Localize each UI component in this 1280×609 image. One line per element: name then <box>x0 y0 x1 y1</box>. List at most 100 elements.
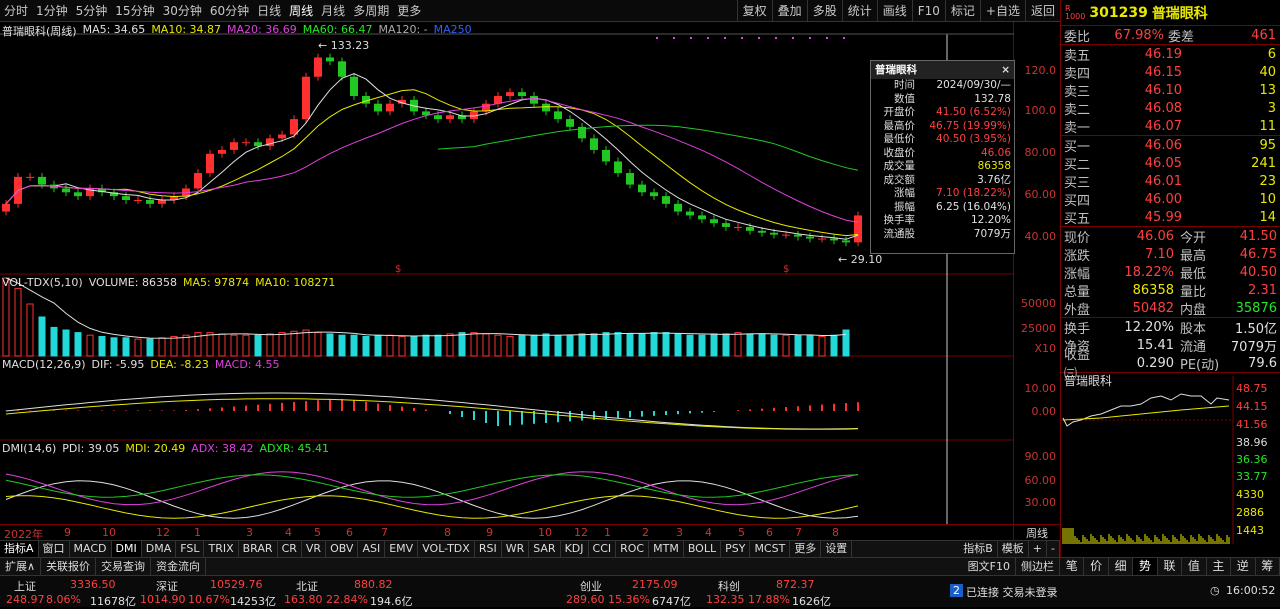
quote-tab[interactable]: 势 <box>1133 558 1158 575</box>
indicator-tab[interactable]: SAR <box>529 541 561 557</box>
bottom-tab[interactable]: 交易查询 <box>96 558 152 575</box>
order-book-row[interactable]: 卖四 46.15 40 <box>1061 63 1279 82</box>
indicator-tab[interactable]: OBV <box>326 541 359 557</box>
indicator-tab[interactable]: ROC <box>616 541 650 557</box>
order-book-row[interactable]: 买一 46.06 95 <box>1061 136 1279 155</box>
indicator-tab[interactable]: MCST <box>750 541 791 557</box>
tool-button[interactable]: F10 <box>911 0 945 22</box>
indicator-tab[interactable]: - <box>1047 541 1060 557</box>
x-tick-label: 9 <box>64 526 71 539</box>
tool-button[interactable]: 复权 <box>736 0 772 22</box>
bottom-tab[interactable]: 扩展∧ <box>0 558 42 575</box>
indicator-tab[interactable]: 设置 <box>821 541 853 557</box>
quote-tab[interactable]: 逆 <box>1231 558 1256 575</box>
quote-tab[interactable]: 细 <box>1109 558 1134 575</box>
chart-area[interactable]: ← 133.23 ← 29.10 $ $ 普瑞眼科(周线) MA5: 34.65 MA… <box>0 22 1014 540</box>
stat-key: 涨幅 <box>1064 266 1091 282</box>
quote-tab[interactable]: 值 <box>1182 558 1207 575</box>
close-icon[interactable]: × <box>1001 61 1010 79</box>
macd-legend: MACD(12,26,9) DIF: -5.95 DEA: -8.23 MACD… <box>2 358 280 371</box>
volume-bar <box>146 338 154 357</box>
indicator-tab[interactable]: MACD <box>70 541 112 557</box>
candle-body <box>614 161 622 174</box>
quote-tab[interactable]: 价 <box>1084 558 1109 575</box>
indicator-tab[interactable]: VOL-TDX <box>418 541 475 557</box>
order-book-row[interactable]: 买二 46.05 241 <box>1061 154 1279 173</box>
indicator-tab[interactable]: BRAR <box>239 541 278 557</box>
period-tab[interactable]: 5分钟 <box>72 0 112 22</box>
indicator-tab[interactable]: TRIX <box>204 541 239 557</box>
intraday-mini-svg[interactable]: 48.75 44.15 41.56 38.96 36.36 33.77 4330 2886 14… <box>1061 376 1280 544</box>
popup-item: 成交量 86358 <box>871 160 1014 174</box>
bottom-tab[interactable]: 侧边栏 <box>1016 558 1060 575</box>
order-book-row[interactable]: 卖一 46.07 11 <box>1061 117 1279 136</box>
tool-button[interactable]: 叠加 <box>771 0 807 22</box>
tool-button[interactable]: 画线 <box>876 0 912 22</box>
indicator-tab[interactable]: 指标B <box>959 541 998 557</box>
indicator-tab[interactable]: 指标A <box>0 541 39 557</box>
period-tab[interactable]: 分时 <box>0 0 32 22</box>
bottom-tab[interactable]: 关联报价 <box>41 558 97 575</box>
stat-value: 7.10 <box>1145 246 1174 262</box>
connection-status[interactable]: 已连接 交易未登录 <box>966 584 1058 600</box>
period-tab[interactable]: 周线 <box>285 0 317 22</box>
quote-tab[interactable]: 筹 <box>1256 558 1280 575</box>
quote-tab[interactable]: 主 <box>1207 558 1232 575</box>
indicator-tab[interactable]: MTM <box>649 541 684 557</box>
indicator-tab[interactable]: KDJ <box>561 541 589 557</box>
signal-dot <box>673 37 675 39</box>
candle-body <box>26 176 34 178</box>
indicator-tab[interactable]: PSY <box>721 541 751 557</box>
quote-tab[interactable]: 笔 <box>1060 558 1085 575</box>
order-book-row[interactable]: 卖五 46.19 6 <box>1061 45 1279 64</box>
indicator-tab[interactable]: CR <box>278 541 302 557</box>
connection-icon[interactable]: 2 <box>950 584 963 597</box>
tool-button[interactable]: +自选 <box>979 0 1025 22</box>
indicator-tab[interactable]: BOLL <box>684 541 722 557</box>
indicator-tab[interactable]: WR <box>502 541 530 557</box>
order-book-row[interactable]: 卖三 46.10 13 <box>1061 81 1279 100</box>
popup-value: 7079万 <box>973 227 1011 240</box>
indicator-tab[interactable]: DMA <box>142 541 177 557</box>
dmi-name: DMI(14,6) <box>2 442 57 455</box>
indicator-tab[interactable]: EMV <box>385 541 419 557</box>
period-tab[interactable]: 月线 <box>317 0 349 22</box>
period-tab[interactable]: 30分钟 <box>159 0 206 22</box>
volume-bar <box>842 329 850 357</box>
period-tab[interactable]: 更多 <box>393 0 425 22</box>
candle-body <box>290 119 298 135</box>
period-tab[interactable]: 日线 <box>253 0 285 22</box>
indicator-tab[interactable]: 窗口 <box>39 541 70 557</box>
indicator-tab[interactable]: FSL <box>176 541 205 557</box>
volume-bar <box>662 332 670 357</box>
volume-bar <box>470 332 478 357</box>
indicator-tab[interactable]: + <box>1029 541 1048 557</box>
indicator-tab[interactable]: 更多 <box>790 541 822 557</box>
indicator-tab[interactable]: ASI <box>358 541 386 557</box>
period-tab[interactable]: 1分钟 <box>32 0 72 22</box>
bottom-tab[interactable]: 图文F10 <box>963 558 1016 575</box>
indicator-tab[interactable]: CCI <box>589 541 617 557</box>
r-icon: R 1000 <box>1065 3 1086 21</box>
tool-button[interactable]: 多股 <box>806 0 842 22</box>
bottom-tab[interactable]: 资金流向 <box>151 558 207 575</box>
period-tab[interactable]: 15分钟 <box>111 0 158 22</box>
order-book-row[interactable]: 买五 45.99 14 <box>1061 208 1279 227</box>
volume-bar <box>110 337 118 357</box>
indicator-tab[interactable]: RSI <box>475 541 502 557</box>
indicator-tab[interactable]: VR <box>302 541 327 557</box>
indicator-tab[interactable]: DMI <box>111 541 142 557</box>
y-tick-label: 40.00 <box>1024 230 1057 243</box>
order-book-row[interactable]: 买四 46.00 10 <box>1061 190 1279 209</box>
order-book-row[interactable]: 买三 46.01 23 <box>1061 172 1279 191</box>
period-tab[interactable]: 多周期 <box>349 0 393 22</box>
x-tick-label: 8 <box>444 526 451 539</box>
order-book-row[interactable]: 卖二 46.08 3 <box>1061 99 1279 118</box>
tool-button[interactable]: 标记 <box>944 0 980 22</box>
tool-button[interactable]: 统计 <box>841 0 877 22</box>
tool-button[interactable]: 返回 <box>1024 0 1060 22</box>
indicator-tab[interactable]: 模板 <box>998 541 1029 557</box>
quote-tab[interactable]: 联 <box>1158 558 1183 575</box>
period-tab[interactable]: 60分钟 <box>206 0 253 22</box>
intraday-mini-chart[interactable]: 48.75 44.15 41.56 38.96 36.36 33.77 4330 2886 14… <box>1061 376 1280 557</box>
